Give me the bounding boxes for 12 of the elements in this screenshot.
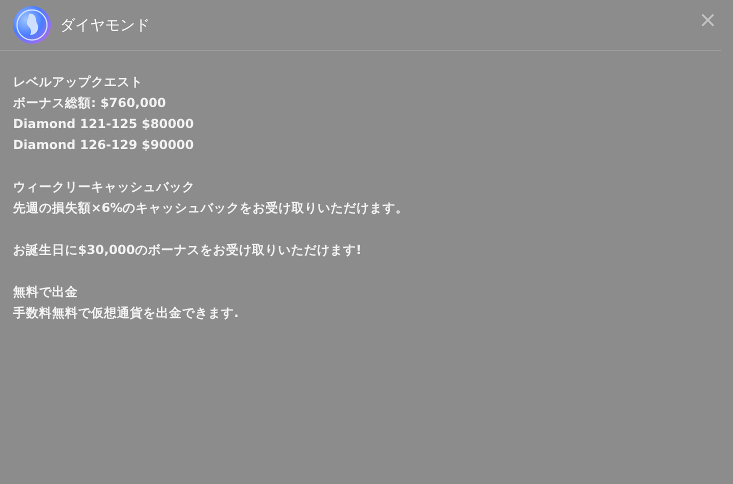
info-text: ウィークリーキャッシュバック: [13, 179, 195, 194]
diamond-medal-icon: [12, 5, 52, 45]
info-text: 先週の損失額×6%のキャッシュバックをお受け取りいただけます。: [13, 200, 409, 215]
info-text: お誕生日に$30,000のボーナスをお受け取りいただけます!: [13, 242, 362, 257]
info-text: レベルアップクエスト: [13, 74, 143, 89]
modal-title: ダイヤモンド: [60, 14, 150, 36]
info-text: ボーナス総額: $760,000: [13, 95, 166, 110]
info-text: 無料で出金: [13, 284, 78, 299]
info-text: 手数料無料で仮想通貨を出金できます.: [13, 305, 239, 320]
info-text: Diamond 121-125 $80000: [13, 116, 194, 131]
info-text: Diamond 126-129 $90000: [13, 137, 194, 152]
close-button[interactable]: ×: [694, 10, 721, 32]
